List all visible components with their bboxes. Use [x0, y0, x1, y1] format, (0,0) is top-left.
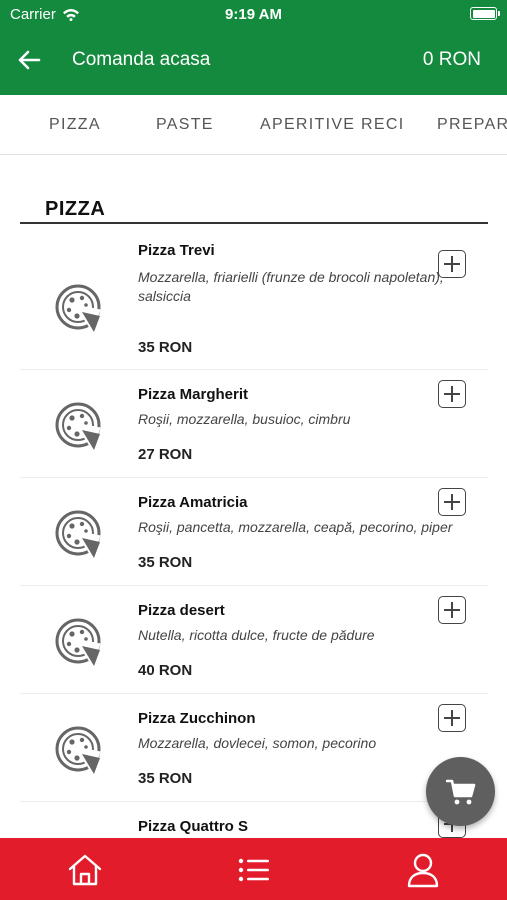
add-item-button[interactable]	[438, 380, 466, 408]
item-name: Pizza Amatricia	[138, 494, 248, 511]
pizza-icon	[55, 284, 101, 333]
item-name: Pizza Quattro S	[138, 818, 249, 835]
cart-button[interactable]	[426, 757, 495, 826]
top-bar: Carrier 9:19 AM Comanda acasa 0 RON	[0, 0, 507, 95]
section-title: PIZZA	[45, 198, 106, 220]
menu-item[interactable]: Pizza Zucchinon Mozzarella, dovlecei, so…	[20, 694, 488, 802]
add-item-button[interactable]	[438, 250, 466, 278]
menu-list[interactable]: PIZZA Pizza Trevi Mozzarella, friarielli…	[0, 156, 507, 838]
menu-item[interactable]: Pizza Quattro S	[20, 802, 488, 838]
item-name: Pizza Trevi	[138, 242, 215, 259]
arrow-left-icon	[18, 50, 41, 70]
status-bar: Carrier 9:19 AM	[0, 0, 507, 30]
pizza-icon	[55, 618, 101, 667]
menu-item[interactable]: Pizza Margherit Roşii, mozzarella, busui…	[20, 370, 488, 478]
pizza-icon	[55, 402, 101, 451]
menu-item[interactable]: Pizza desert Nutella, ricotta dulce, fru…	[20, 586, 488, 694]
item-description: Mozzarella, friarielli (frunze de brocol…	[138, 269, 444, 304]
tab-pizza[interactable]: PIZZA	[49, 116, 101, 134]
nav-profile-button[interactable]	[405, 852, 441, 888]
pizza-icon	[55, 510, 101, 559]
menu-item[interactable]: Pizza Amatricia Roşii, pancetta, mozzare…	[20, 478, 488, 586]
category-tabs: PIZZA PASTE APERITIVE RECI PREPAR	[0, 95, 507, 155]
item-price: 27 RON	[138, 446, 193, 463]
page-title: Comanda acasa	[72, 49, 211, 70]
item-price: 35 RON	[138, 554, 193, 571]
app-bar: Comanda acasa 0 RON	[0, 40, 507, 80]
tab-preparate[interactable]: PREPAR	[437, 116, 507, 134]
status-time: 9:19 AM	[225, 6, 282, 23]
item-price: 35 RON	[138, 770, 193, 787]
add-item-button[interactable]	[438, 704, 466, 732]
item-description: Mozzarella, dovlecei, somon, pecorino	[138, 735, 377, 751]
nav-menu-button[interactable]	[236, 852, 272, 888]
item-description: Nutella, ricotta dulce, fructe de pădure	[138, 627, 375, 643]
user-icon	[407, 853, 439, 888]
battery-icon	[470, 7, 500, 20]
order-total: 0 RON	[422, 49, 481, 70]
add-item-button[interactable]	[438, 488, 466, 516]
nav-home-button[interactable]	[67, 852, 103, 888]
add-item-button[interactable]	[438, 596, 466, 624]
pizza-icon	[55, 726, 101, 775]
item-price: 35 RON	[138, 339, 193, 356]
shopping-cart-icon	[445, 779, 475, 804]
item-description: Roşii, mozzarella, busuioc, cimbru	[138, 411, 351, 427]
tab-paste[interactable]: PASTE	[156, 116, 214, 134]
bottom-nav	[0, 838, 507, 900]
item-name: Pizza Zucchinon	[138, 710, 256, 727]
menu-item[interactable]: Pizza Trevi Mozzarella, friarielli (frun…	[20, 224, 488, 370]
back-button[interactable]	[14, 46, 44, 74]
item-description: Roşii, pancetta, mozzarella, ceapă, peco…	[138, 519, 453, 535]
menu-list-icon	[238, 858, 269, 882]
item-name: Pizza Margherit	[138, 386, 249, 403]
item-price: 40 RON	[138, 662, 193, 679]
item-name: Pizza desert	[138, 602, 225, 619]
home-icon	[68, 854, 102, 886]
tab-aperitive-reci[interactable]: APERITIVE RECI	[260, 116, 404, 134]
